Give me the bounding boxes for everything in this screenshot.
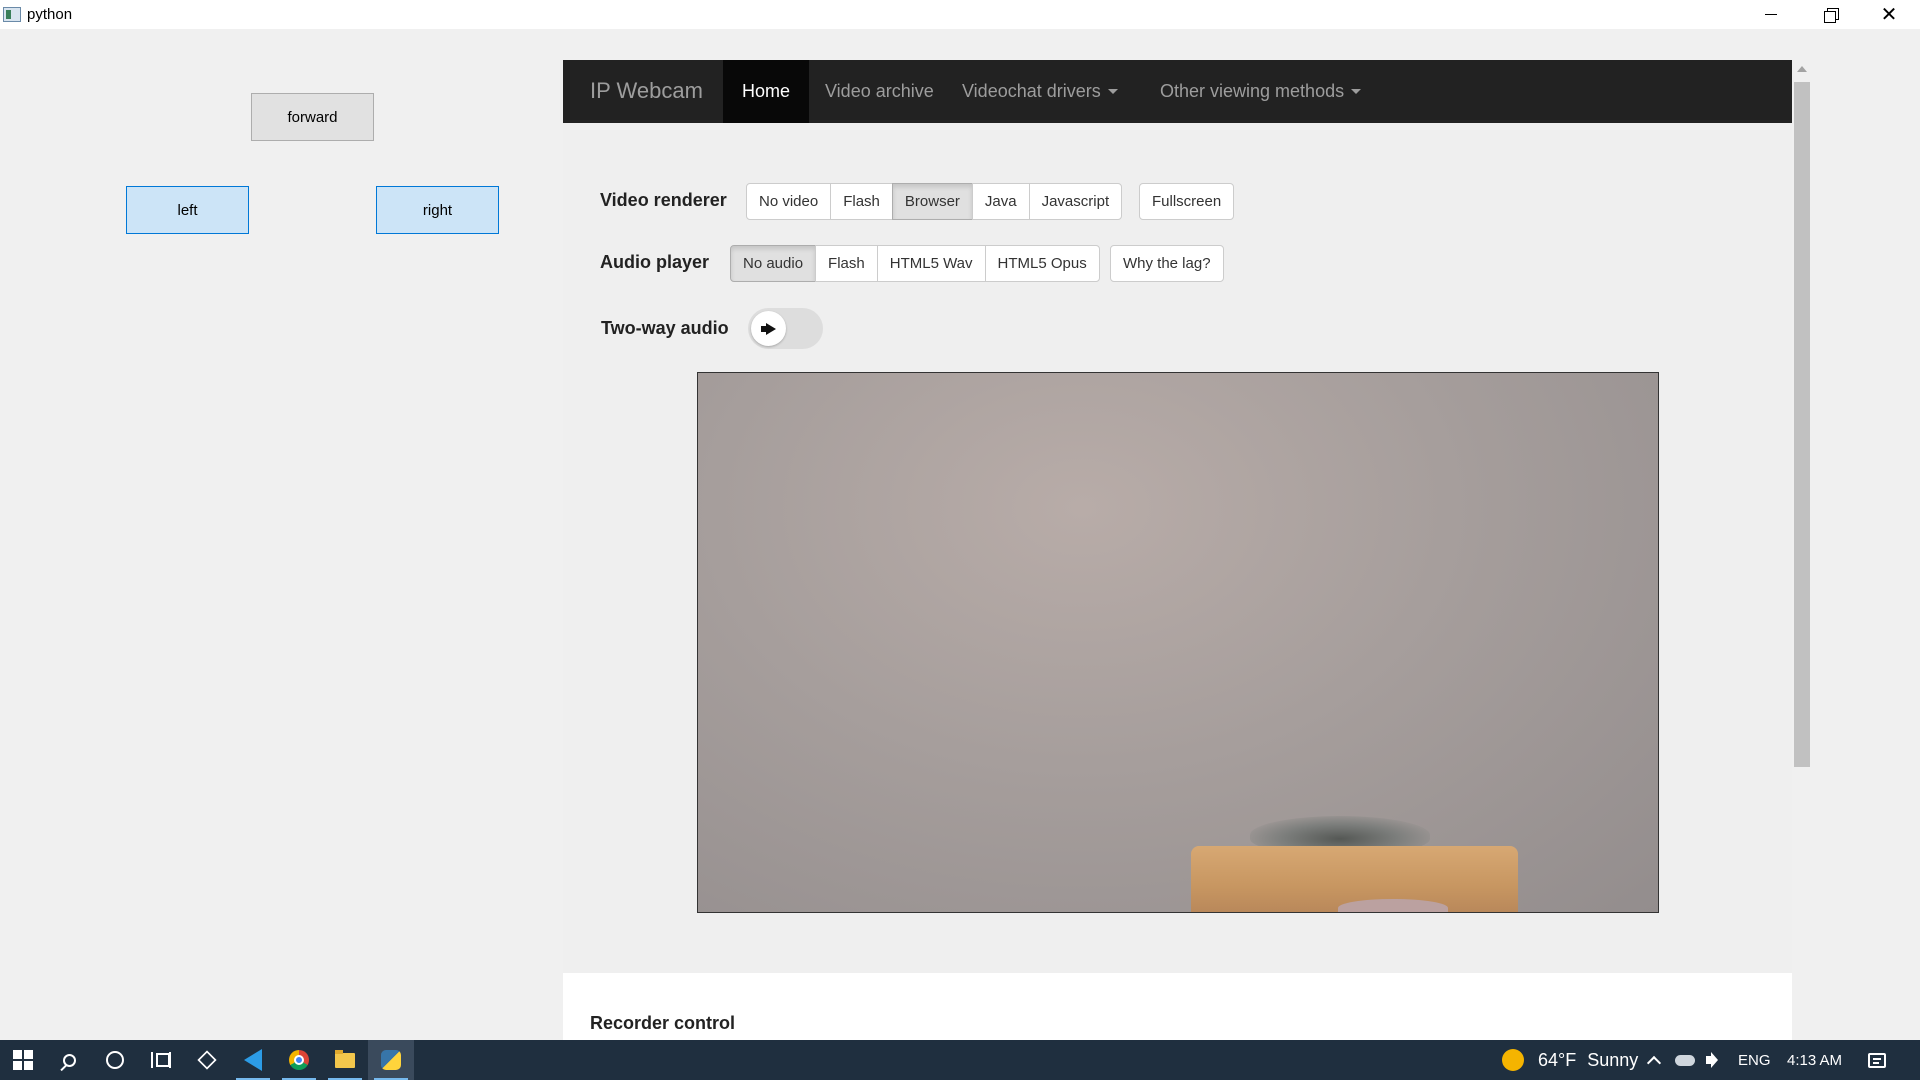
nav-video-archive[interactable]: Video archive bbox=[806, 60, 953, 123]
cortana-icon bbox=[106, 1051, 124, 1069]
renderer-java-button[interactable]: Java bbox=[971, 183, 1030, 220]
left-button[interactable]: left bbox=[126, 186, 249, 234]
chevron-up-icon bbox=[1646, 1055, 1662, 1070]
file-explorer-button[interactable] bbox=[322, 1040, 368, 1080]
language-indicator[interactable]: ENG bbox=[1738, 1040, 1771, 1080]
weather-temp: 64°F bbox=[1538, 1049, 1577, 1070]
notification-icon bbox=[1868, 1052, 1886, 1068]
caret-down-icon bbox=[1107, 89, 1118, 94]
action-center-button[interactable] bbox=[1868, 1040, 1886, 1080]
nav-label: Other viewing methods bbox=[1160, 81, 1345, 101]
windows-start-icon bbox=[13, 1050, 33, 1070]
nav-label: Videochat drivers bbox=[962, 81, 1101, 101]
window-title-bar: python ✕ bbox=[0, 0, 1920, 29]
forward-button[interactable]: forward bbox=[251, 93, 374, 141]
nav-label: Video archive bbox=[825, 81, 934, 101]
audio-player-label: Audio player bbox=[600, 252, 710, 272]
search-icon bbox=[62, 1053, 76, 1067]
start-button[interactable] bbox=[0, 1040, 46, 1080]
clock[interactable]: 4:13 AM bbox=[1787, 1040, 1842, 1080]
window-title: python bbox=[27, 6, 73, 23]
vscode-icon bbox=[244, 1049, 262, 1071]
fullscreen-button[interactable]: Fullscreen bbox=[1139, 183, 1235, 220]
nav-home[interactable]: Home bbox=[723, 60, 810, 123]
navbar: IP Webcam Home Video archive Videochat d… bbox=[563, 60, 1792, 123]
renderer-javascript-button[interactable]: Javascript bbox=[1028, 183, 1123, 220]
megaphone-icon bbox=[760, 323, 777, 335]
scroll-up-arrow-icon[interactable] bbox=[1797, 66, 1807, 72]
close-icon: ✕ bbox=[1880, 4, 1898, 26]
nav-other-viewing-methods[interactable]: Other viewing methods bbox=[1141, 60, 1380, 123]
scroll-thumb[interactable] bbox=[1794, 82, 1810, 767]
web-scrollbar[interactable] bbox=[1792, 60, 1812, 1040]
python-button[interactable] bbox=[368, 1040, 414, 1080]
3d-viewer-icon bbox=[197, 1050, 217, 1070]
close-button[interactable]: ✕ bbox=[1860, 0, 1918, 29]
hidden-icons-button[interactable] bbox=[1646, 1040, 1662, 1080]
taskbar: 64°F Sunny ENG 4:13 AM bbox=[0, 1040, 1920, 1080]
webcam-web-view: IP Webcam Home Video archive Videochat d… bbox=[563, 60, 1792, 1040]
3d-viewer-button[interactable] bbox=[184, 1040, 230, 1080]
audio-no-audio-button[interactable]: No audio bbox=[730, 245, 817, 282]
chrome-icon bbox=[289, 1050, 309, 1070]
volume-button[interactable] bbox=[1706, 1040, 1718, 1080]
language-label: ENG bbox=[1738, 1051, 1771, 1069]
nav-label: Home bbox=[742, 81, 791, 101]
chrome-button[interactable] bbox=[276, 1040, 322, 1080]
python-icon bbox=[381, 1050, 401, 1070]
right-button[interactable]: right bbox=[376, 186, 499, 234]
two-way-audio-label: Two-way audio bbox=[601, 318, 729, 338]
why-the-lag-button[interactable]: Why the lag? bbox=[1110, 245, 1224, 282]
weather-widget[interactable]: 64°F Sunny bbox=[1502, 1040, 1638, 1080]
minimize-icon bbox=[1765, 14, 1777, 15]
audio-html5-opus-button[interactable]: HTML5 Opus bbox=[984, 245, 1100, 282]
navbar-brand[interactable]: IP Webcam bbox=[590, 78, 703, 104]
file-explorer-icon bbox=[335, 1049, 355, 1068]
audio-flash-button[interactable]: Flash bbox=[815, 245, 878, 282]
toggle-knob bbox=[751, 311, 786, 346]
minimize-button[interactable] bbox=[1742, 0, 1800, 29]
network-button[interactable] bbox=[1675, 1040, 1695, 1080]
restore-button[interactable] bbox=[1801, 0, 1859, 29]
python-window-icon bbox=[3, 7, 21, 22]
task-view-button[interactable] bbox=[138, 1040, 184, 1080]
video-object bbox=[1338, 899, 1448, 912]
clock-time: 4:13 AM bbox=[1787, 1051, 1843, 1069]
sun-icon bbox=[1502, 1049, 1524, 1071]
restore-icon bbox=[1823, 8, 1839, 23]
recorder-control-panel: Recorder control bbox=[563, 973, 1792, 1040]
speaker-icon bbox=[1706, 1052, 1718, 1068]
renderer-flash-button[interactable]: Flash bbox=[830, 183, 893, 220]
nav-videochat-drivers[interactable]: Videochat drivers bbox=[943, 60, 1137, 123]
video-renderer-group: No video Flash Browser Java Javascript bbox=[746, 183, 1123, 220]
recorder-control-title: Recorder control bbox=[590, 1013, 736, 1033]
video-stream bbox=[697, 372, 1659, 913]
task-view-icon bbox=[151, 1052, 171, 1068]
audio-player-group: No audio Flash HTML5 Wav HTML5 Opus bbox=[730, 245, 1100, 282]
audio-html5-wav-button[interactable]: HTML5 Wav bbox=[876, 245, 986, 282]
cortana-button[interactable] bbox=[92, 1040, 138, 1080]
weather-condition: Sunny bbox=[1587, 1049, 1639, 1070]
renderer-browser-button[interactable]: Browser bbox=[891, 183, 973, 220]
renderer-no-video-button[interactable]: No video bbox=[746, 183, 832, 220]
vscode-button[interactable] bbox=[230, 1040, 276, 1080]
two-way-audio-toggle[interactable] bbox=[748, 308, 823, 349]
caret-down-icon bbox=[1351, 89, 1362, 94]
video-renderer-label: Video renderer bbox=[600, 190, 727, 210]
onedrive-icon bbox=[1675, 1054, 1695, 1066]
search-button[interactable] bbox=[46, 1040, 92, 1080]
